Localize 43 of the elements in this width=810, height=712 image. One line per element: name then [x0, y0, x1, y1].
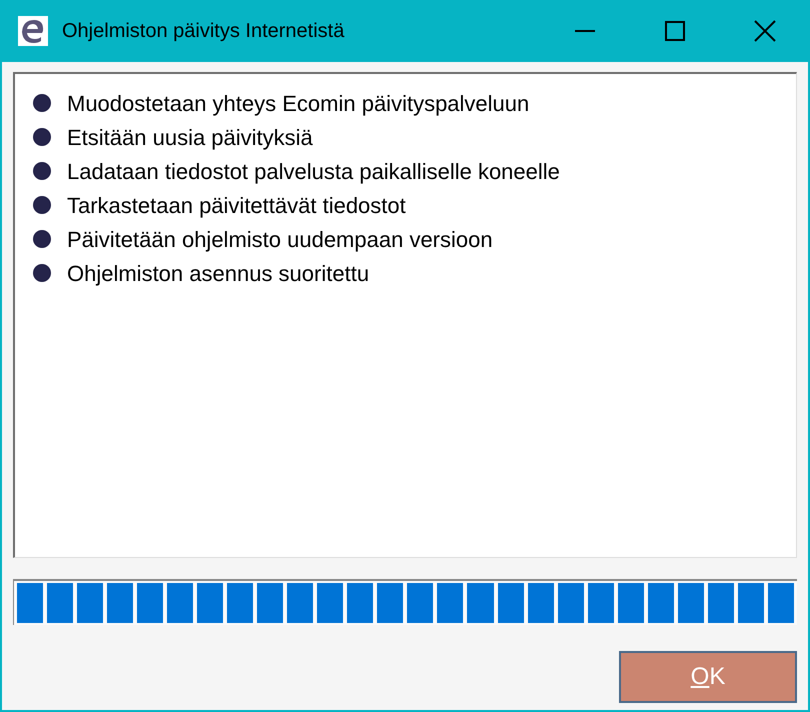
- progress-segment: [107, 583, 134, 623]
- progress-segment: [467, 583, 494, 623]
- window-title: Ohjelmiston päivitys Internetistä: [62, 19, 344, 44]
- progress-segment: [377, 583, 404, 623]
- progress-segment: [498, 583, 524, 623]
- progress-segment: [317, 583, 344, 623]
- bullet-icon: [33, 94, 51, 112]
- progress-segment: [137, 583, 164, 623]
- progress-segment: [77, 583, 104, 623]
- progress-segment: [678, 583, 704, 623]
- progress-segment: [558, 583, 584, 623]
- step-text: Ohjelmiston asennus suoritettu: [67, 260, 370, 288]
- progress-segment: [618, 583, 644, 623]
- step-text: Tarkastetaan päivitettävät tiedostot: [67, 192, 406, 220]
- bullet-icon: [33, 264, 51, 282]
- close-icon: [754, 20, 776, 42]
- bullet-icon: [33, 230, 51, 248]
- step-text: Etsitään uusia päivityksiä: [67, 124, 313, 152]
- ok-button[interactable]: OK: [619, 651, 797, 703]
- progress-segment: [197, 583, 224, 623]
- progress-segment: [437, 583, 464, 623]
- minimize-icon: [575, 30, 595, 32]
- bullet-icon: [33, 196, 51, 214]
- maximize-icon: [665, 21, 685, 41]
- progress-segment: [167, 583, 194, 623]
- progress-segment: [227, 583, 254, 623]
- progress-segment: [528, 583, 554, 623]
- step-text: Päivitetään ohjelmisto uudempaan versioon: [67, 226, 493, 254]
- progress-segment: [708, 583, 734, 623]
- bullet-icon: [33, 128, 51, 146]
- progress-segment: [17, 583, 44, 623]
- progress-segment: [47, 583, 74, 623]
- progress-segment: [588, 583, 614, 623]
- progress-segment: [347, 583, 374, 623]
- step-text: Muodostetaan yhteys Ecomin päivityspalveluun: [67, 90, 530, 118]
- bullet-icon: [33, 162, 51, 180]
- progress-segment: [257, 583, 284, 623]
- step-text: Ladataan tiedostot palvelusta paikalliselle koneelle: [67, 158, 560, 186]
- progress-segment: [287, 583, 314, 623]
- progress-segment: [407, 583, 434, 623]
- progress-segment: [648, 583, 674, 623]
- app-logo-icon: [18, 16, 48, 46]
- progress-segment: [738, 583, 764, 623]
